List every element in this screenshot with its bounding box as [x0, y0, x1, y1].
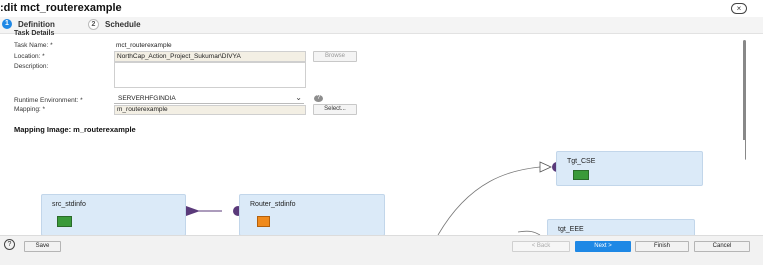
step-label: Schedule	[105, 20, 141, 29]
cancel-button[interactable]: Cancel	[694, 241, 750, 252]
browse-button[interactable]: Browse	[313, 51, 357, 62]
mapping-canvas: src_stdinfo Router_stdinfo Tgt_CSE tgt_E…	[0, 140, 745, 235]
close-icon[interactable]: ×	[731, 3, 747, 14]
save-button[interactable]: Save	[24, 241, 61, 252]
target-table-icon	[573, 170, 589, 180]
window-title: :dit mct_routerexample	[0, 2, 122, 14]
location-field: NorthCap_Action_Project_Sukumar\DIVYA	[114, 51, 306, 62]
section-title: Task Details	[14, 30, 55, 37]
location-value: NorthCap_Action_Project_Sukumar\DIVYA	[117, 53, 241, 60]
task-name-field[interactable]: mct_routerexample	[116, 42, 172, 49]
next-button[interactable]: Next >	[575, 241, 631, 252]
step-number: 2	[88, 19, 99, 30]
connector-arrow	[186, 206, 200, 216]
help-icon[interactable]: ?	[314, 95, 323, 102]
location-label: Location: *	[14, 53, 45, 60]
wizard-steps: 1 Definition 2 Schedule	[0, 17, 763, 34]
source-table-icon	[57, 216, 72, 227]
node-router-stdinfo[interactable]: Router_stdinfo	[239, 194, 385, 235]
mapping-label: Mapping: *	[14, 106, 46, 113]
runtime-environment-select[interactable]: SERVERHFGINDIA ⌄	[114, 93, 304, 104]
back-button[interactable]: < Back	[512, 241, 570, 252]
footer-bar: Save < Back Next > Finish Cancel	[0, 235, 763, 265]
mapping-value: m_routerexample	[117, 106, 168, 113]
node-label: Router_stdinfo	[250, 201, 296, 208]
help-icon[interactable]: ?	[4, 239, 15, 250]
task-name-label: Task Name: *	[14, 42, 53, 49]
mapping-field: m_routerexample	[114, 105, 306, 115]
step-schedule[interactable]: 2 Schedule	[88, 19, 141, 30]
connector-arrow	[539, 161, 552, 173]
step-label: Definition	[18, 19, 55, 29]
chevron-down-icon: ⌄	[295, 93, 302, 102]
finish-button[interactable]: Finish	[635, 241, 689, 252]
router-icon	[257, 216, 270, 227]
node-tgt-cse[interactable]: Tgt_CSE	[556, 151, 703, 186]
step-number: 1	[2, 19, 12, 29]
node-tgt-eee[interactable]: tgt_EEE	[547, 219, 695, 235]
description-textarea[interactable]	[114, 62, 306, 88]
node-src-stdinfo[interactable]: src_stdinfo	[41, 194, 186, 235]
runtime-environment-label: Runtime Environment: *	[14, 97, 83, 104]
description-label: Description:	[14, 63, 49, 70]
node-label: Tgt_CSE	[567, 158, 596, 165]
select-mapping-button[interactable]: Select...	[313, 104, 357, 115]
node-label: tgt_EEE	[558, 226, 584, 233]
runtime-environment-value: SERVERHFGINDIA	[118, 95, 176, 102]
node-label: src_stdinfo	[52, 201, 86, 208]
mapping-image-title: Mapping Image: m_routerexample	[14, 125, 136, 134]
step-definition[interactable]: 1 Definition	[2, 19, 55, 29]
